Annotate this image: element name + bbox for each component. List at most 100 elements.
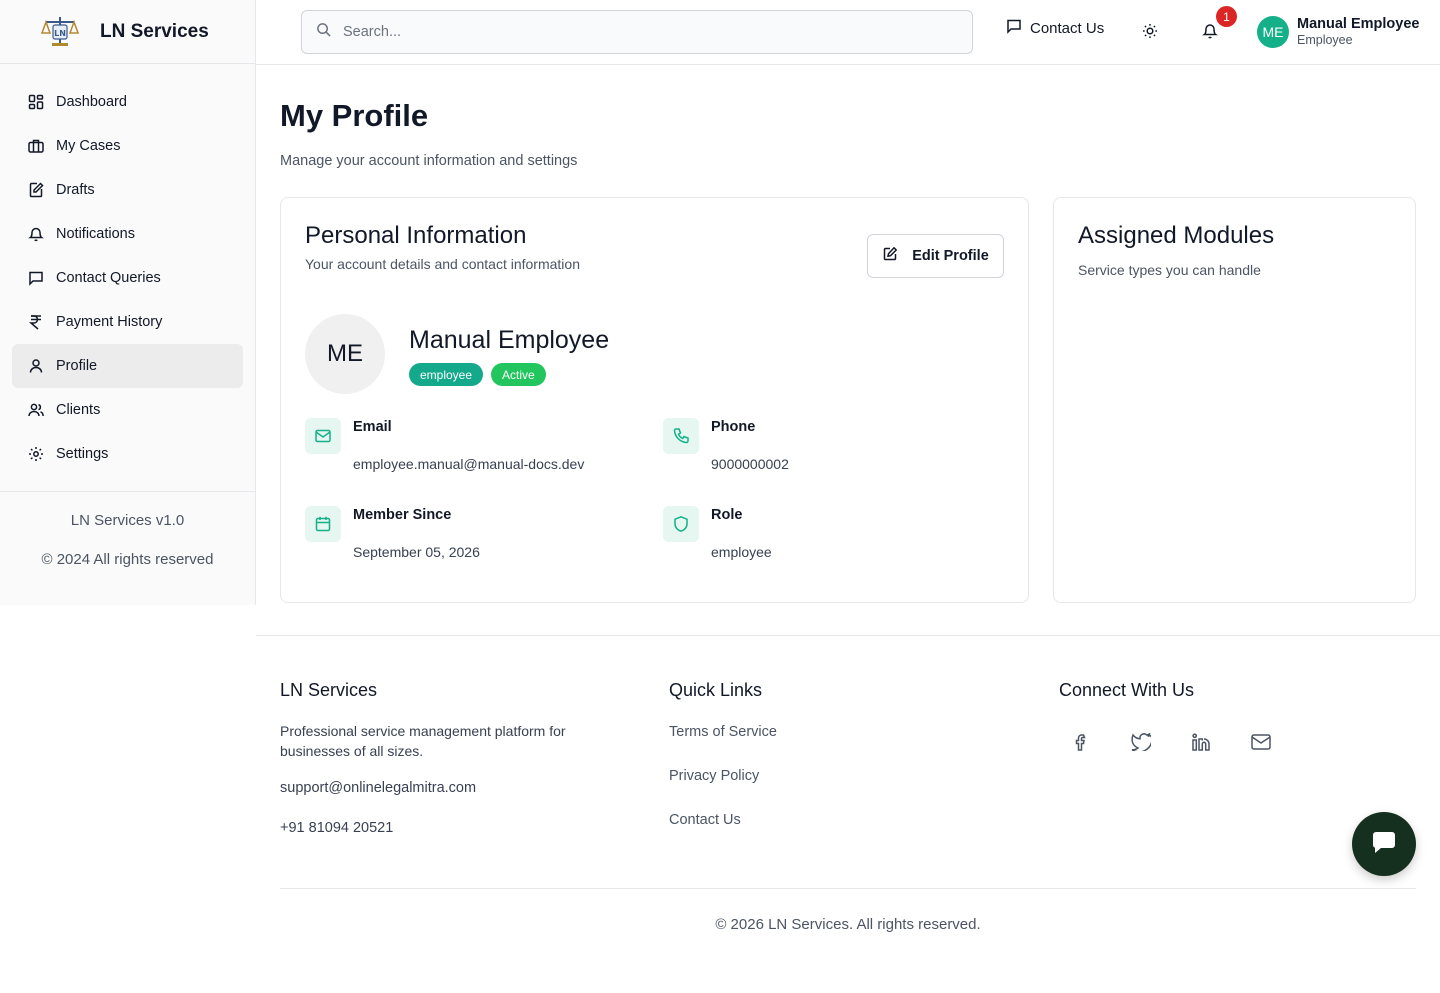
sidebar-nav: Dashboard My Cases Drafts Notifications … [0,64,255,492]
page-title: My Profile [280,98,429,133]
sidebar-item-label: Settings [56,446,109,462]
footer-support-email[interactable]: support@onlinelegalmitra.com [280,780,476,796]
app-version: LN Services v1.0 [70,512,185,529]
footer-connect-title: Connect With Us [1059,680,1195,700]
shield-icon [663,506,699,542]
footer-quick-links-title: Quick Links [669,680,763,700]
field-label: Email [353,419,392,435]
footer-bottom-divider [280,888,1416,889]
scales-of-justice-logo: LN [40,15,80,49]
sidebar-item-label: Profile [56,358,98,374]
search-input[interactable] [343,24,943,40]
card-description: Your account details and contact informa… [305,256,580,272]
field-label: Phone [711,419,756,435]
linkedin-icon[interactable] [1189,730,1213,754]
brand-name: LN Services [100,20,209,42]
sidebar-item-drafts[interactable]: Drafts [12,168,243,212]
chat-button[interactable] [1352,812,1416,876]
brand[interactable]: LN LN Services [0,0,255,64]
user-role: Employee [1297,33,1353,48]
sidebar: LN LN Services Dashboard My Cases Drafts [0,0,256,605]
notifications-button[interactable] [1202,22,1218,45]
field-value: September 05, 2026 [353,544,480,560]
contact-us-label: Contact Us [1030,19,1105,37]
user-name: Manual Employee [1297,16,1420,33]
sidebar-copyright: © 2024 All rights reserved [41,551,214,568]
sidebar-item-label: Contact Queries [56,270,161,286]
chat-icon [1370,828,1398,861]
profile-name: Manual Employee [409,326,610,354]
mail-icon[interactable] [1249,730,1273,754]
page-subtitle: Manage your account information and sett… [280,153,578,169]
footer-support-phone[interactable]: +91 81094 20521 [280,820,393,836]
edit-profile-button[interactable]: Edit Profile [867,234,1004,278]
avatar: ME [1257,16,1289,48]
search-icon [316,22,331,42]
profile-avatar: ME [305,314,385,394]
sidebar-item-label: Payment History [56,314,163,330]
field-label: Member Since [353,507,452,523]
sidebar-item-label: Drafts [56,182,95,198]
sidebar-item-my-cases[interactable]: My Cases [12,124,243,168]
sidebar-item-profile[interactable]: Profile [12,344,243,388]
sidebar-item-dashboard[interactable]: Dashboard [12,80,243,124]
card-description: Service types you can handle [1078,262,1261,278]
status-badge: Active [491,363,546,386]
bell-icon [1202,24,1218,44]
sidebar-item-settings[interactable]: Settings [12,432,243,476]
briefcase-icon [28,138,44,154]
edit-document-icon [28,182,44,198]
gear-icon [28,446,44,462]
footer-about-description: Professional service management platform… [280,723,566,759]
user-meta: Manual Employee Employee [1297,16,1419,47]
edit-icon [882,246,912,266]
bell-icon [28,226,44,242]
role-badge: employee [409,363,484,386]
card-title: Assigned Modules [1078,222,1275,249]
assigned-modules-card: Assigned Modules Service types you can h… [1053,197,1416,603]
rupee-icon [28,314,44,330]
field-value: 9000000002 [711,456,789,472]
sidebar-item-label: Clients [56,402,101,418]
twitter-icon[interactable] [1129,730,1153,754]
user-menu[interactable]: ME Manual Employee Employee [1257,16,1419,48]
card-header: Assigned Modules Service types you can h… [1078,222,1274,278]
footer-link-contact[interactable]: Contact Us [669,812,741,828]
footer-link-privacy[interactable]: Privacy Policy [669,768,759,784]
sidebar-item-label: Dashboard [56,94,127,110]
footer-copyright: © 2026 LN Services. All rights reserved. [715,916,981,933]
message-icon [28,270,44,286]
personal-information-card: Personal Information Your account detail… [280,197,1029,603]
message-icon [1006,18,1030,38]
card-header: Personal Information Your account detail… [305,222,580,272]
sidebar-item-label: My Cases [56,138,121,154]
notification-count-badge: 1 [1216,6,1237,27]
contact-us-button[interactable]: Contact Us [1006,18,1104,38]
users-icon [28,402,44,418]
sidebar-footer: LN Services v1.0 © 2024 All rights reser… [0,512,255,568]
footer-about-title: LN Services [280,680,378,700]
sidebar-item-payment-history[interactable]: Payment History [12,300,243,344]
search-box[interactable] [301,10,973,54]
card-title: Personal Information [305,222,527,249]
sidebar-item-contact-queries[interactable]: Contact Queries [12,256,243,300]
footer-link-terms[interactable]: Terms of Service [669,724,777,740]
field-label: Role [711,507,743,523]
sidebar-item-label: Notifications [56,226,135,242]
svg-text:LN: LN [54,29,66,38]
user-icon [28,358,44,374]
sidebar-item-notifications[interactable]: Notifications [12,212,243,256]
field-value: employee.manual@manual-docs.dev [353,456,585,472]
dashboard-icon [28,94,44,110]
sidebar-item-clients[interactable]: Clients [12,388,243,432]
field-value: employee [711,544,772,560]
top-header: Contact Us 1 ME Manual Employee Employee [256,0,1440,65]
sun-icon [1142,24,1158,43]
theme-toggle-button[interactable] [1142,23,1158,44]
edit-profile-label: Edit Profile [912,248,989,264]
calendar-icon [305,506,341,542]
facebook-icon[interactable] [1069,730,1093,754]
mail-icon [305,418,341,454]
footer-divider [256,635,1440,636]
phone-icon [663,418,699,454]
